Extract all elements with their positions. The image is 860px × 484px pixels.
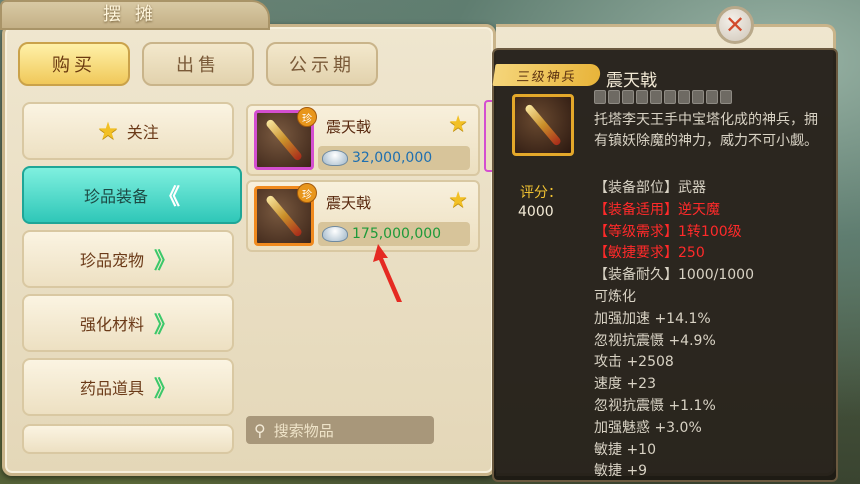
halberd-icon [523,103,563,147]
rare-badge: 珍 [297,107,317,127]
stat-line: 速度 +23 [594,376,656,393]
listing-card[interactable]: 珍 震天戟 ★ 175,000,000 [246,180,480,252]
search-placeholder: 搜索物品 [273,421,334,440]
gem-slot [706,90,718,104]
sidebar-item-label: 珍品装备 [83,187,148,206]
tooltip-item-name: 震天戟 [606,71,657,91]
tier-banner: 三级神兵 [492,64,602,86]
gem-slot [636,90,648,104]
tab-buy[interactable]: 购买 [18,42,130,86]
item-thumbnail: 珍 [254,107,317,170]
gem-slot [622,90,634,104]
sidebar-item-label: 珍品宠物 [79,251,144,270]
tooltip-item-thumbnail [512,94,574,156]
stat-line: 【装备部位】武器 [594,180,706,196]
red-arrow-annotation [373,244,402,302]
close-button[interactable]: ✕ [716,6,754,44]
price-bar: 32,000,000 [318,146,470,170]
stat-line: 敏捷 +9 [594,463,648,480]
gem-slot [650,90,662,104]
gem-slots [594,90,732,104]
chevron-left-icon: 《 [158,185,181,210]
stat-line: 忽视抗震慑 +4.9% [594,332,716,349]
silver-ingot-icon [322,226,348,242]
sidebar-item-label: 强化材料 [79,315,144,334]
item-tooltip: 三级神兵 震天戟 托塔李天王手中宝塔化成的神兵，拥有镇妖除魔的神力，威力不可小觑… [492,48,838,482]
search-icon: ⚲ [254,420,266,440]
close-icon: ✕ [724,11,746,39]
silver-ingot-icon [322,150,348,166]
item-thumbnail: 珍 [254,183,317,246]
sidebar-item-label: 药品道具 [79,379,144,398]
chevron-right-icon: 》 [154,377,177,402]
score-value: 4000 [518,204,554,220]
stat-line: 加强魅惑 +3.0% [594,419,702,436]
gem-slot [594,90,606,104]
item-price: 32,000,000 [352,150,433,166]
item-description: 托塔李天王手中宝塔化成的神兵，拥有镇妖除魔的神力，威力不可小觑。 [594,112,818,149]
gem-slot [720,90,732,104]
sidebar-item-rare-equipment[interactable]: 珍品装备 《 [22,166,242,224]
tab-sell[interactable]: 出售 [142,42,254,86]
stat-line: 【等级需求】1转100级 [594,223,742,240]
star-icon: ★ [97,117,119,145]
sidebar-item-enhance-materials[interactable]: 强化材料 》 [22,294,234,352]
gem-slot [664,90,676,104]
stat-line: 加强加速 +14.1% [594,310,711,327]
stat-line: 【装备耐久】1000/1000 [594,267,754,284]
stat-line: 敏捷 +10 [594,441,656,458]
halberd-icon [264,194,304,238]
stat-line: 可炼化 [594,288,636,305]
window-title-tab: 摆摊 [0,0,270,30]
sidebar-item-rare-pets[interactable]: 珍品宠物 》 [22,230,234,288]
rare-badge: 珍 [297,183,317,203]
sidebar-item-label: 关注 [126,123,159,142]
item-price: 175,000,000 [352,226,442,242]
stat-list: 【装备部位】武器 【装备适用】逆天魔 【等级需求】1转100级 【敏捷要求】25… [594,178,754,483]
star-icon[interactable]: ★ [448,188,468,213]
gem-slot [692,90,704,104]
search-input[interactable]: ⚲ 搜索物品 [246,416,434,444]
stat-line: 【敏捷要求】250 [594,245,705,262]
stat-line: 【装备适用】逆天魔 [594,201,720,218]
halberd-icon [264,118,304,162]
star-icon[interactable]: ★ [448,112,468,137]
item-name: 震天戟 [326,194,372,212]
sidebar-item-potions[interactable]: 药品道具 》 [22,358,234,416]
item-name: 震天戟 [326,118,372,136]
price-bar: 175,000,000 [318,222,470,246]
sidebar-item-more[interactable] [22,424,234,454]
stat-line: 忽视抗震慑 +1.1% [594,397,716,414]
gem-slot [678,90,690,104]
sidebar-item-favorites[interactable]: ★ 关注 [22,102,234,160]
window-title: 摆摊 [103,4,167,25]
gem-slot [608,90,620,104]
stat-line: 攻击 +2508 [594,354,674,371]
listing-card[interactable]: 珍 震天戟 ★ 32,000,000 [246,104,480,176]
score-label: 评分： [520,185,562,201]
chevron-right-icon: 》 [154,249,177,274]
tab-public[interactable]: 公示期 [266,42,378,86]
chevron-right-icon: 》 [154,313,177,338]
